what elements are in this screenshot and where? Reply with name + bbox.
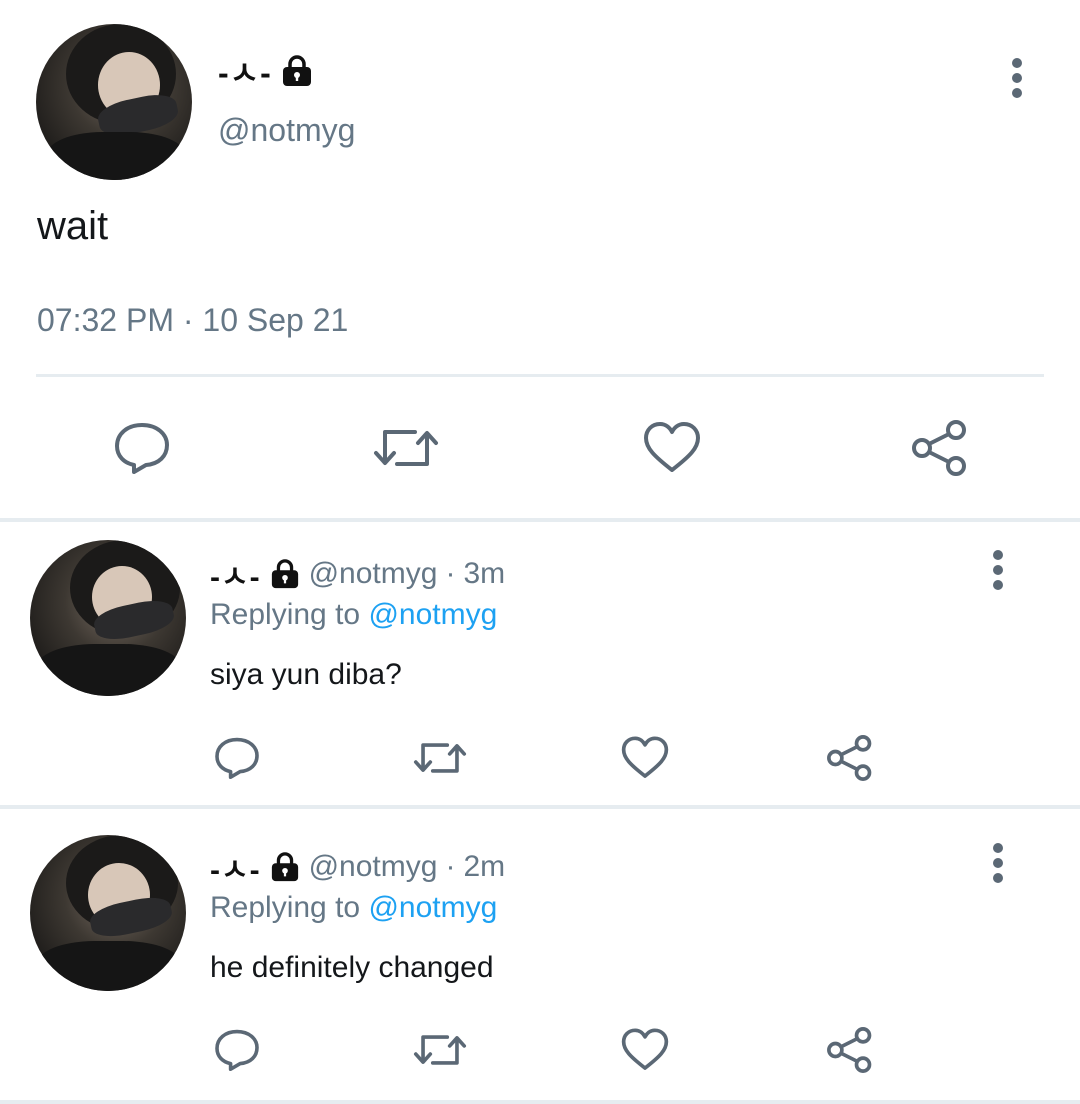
avatar[interactable]	[30, 540, 186, 696]
meta-separator: ·	[445, 850, 456, 883]
main-tweet: -ㅅ- @notmyg wait 07:32 PM · 10 Sep 21	[0, 0, 1080, 520]
reply-text: siya yun diba?	[210, 658, 402, 691]
replying-to-mention[interactable]: @notmyg	[368, 598, 497, 631]
lock-icon	[269, 852, 301, 882]
handle[interactable]: @notmyg	[309, 557, 438, 591]
handle[interactable]: @notmyg	[309, 850, 438, 884]
display-name[interactable]: -ㅅ-	[210, 845, 261, 889]
retweet-icon[interactable]	[411, 1029, 469, 1071]
reply-age: 3m	[463, 557, 506, 590]
divider	[36, 374, 1044, 377]
more-vertical-icon[interactable]	[988, 550, 1008, 594]
retweet-icon[interactable]	[411, 737, 469, 779]
more-vertical-icon[interactable]	[988, 843, 1008, 887]
more-vertical-icon[interactable]	[1007, 58, 1027, 102]
reply-age: 2m	[463, 850, 506, 883]
reply-icon[interactable]	[213, 735, 261, 781]
heart-icon[interactable]	[642, 420, 702, 476]
section-divider	[0, 1100, 1080, 1104]
tweet-time: 07:32 PM	[37, 302, 174, 338]
share-icon[interactable]	[908, 418, 972, 478]
heart-icon[interactable]	[620, 1027, 670, 1073]
tweet-date: 10 Sep 21	[202, 302, 349, 338]
reply-icon[interactable]	[112, 420, 172, 476]
reply-text: he definitely changed	[210, 951, 494, 984]
tweet-timestamp: 07:32 PM · 10 Sep 21	[37, 302, 348, 339]
retweet-icon[interactable]	[371, 422, 441, 474]
reply-tweet[interactable]: -ㅅ- @notmyg · 2m Replying to @notmyg he …	[0, 809, 1080, 1101]
replying-to: Replying to @notmyg	[210, 891, 497, 925]
reply-icon[interactable]	[213, 1027, 261, 1073]
display-name[interactable]: -ㅅ-	[218, 48, 314, 94]
reply-header: -ㅅ- @notmyg · 3m	[210, 552, 505, 596]
lock-icon	[269, 559, 301, 589]
avatar[interactable]	[36, 24, 192, 180]
avatar[interactable]	[30, 835, 186, 991]
lock-icon	[280, 55, 314, 87]
display-name-text: -ㅅ-	[218, 55, 272, 91]
display-name[interactable]: -ㅅ-	[210, 552, 261, 596]
heart-icon[interactable]	[620, 735, 670, 781]
meta-separator: ·	[445, 557, 456, 590]
replying-to-prefix: Replying to	[210, 891, 361, 924]
handle[interactable]: @notmyg	[218, 112, 355, 149]
share-icon[interactable]	[824, 1025, 876, 1075]
reply-header: -ㅅ- @notmyg · 2m	[210, 845, 505, 889]
tweet-text: wait	[37, 204, 109, 248]
timestamp-separator: ·	[182, 302, 194, 338]
reply-tweet[interactable]: -ㅅ- @notmyg · 3m Replying to @notmyg siy…	[0, 522, 1080, 806]
replying-to-prefix: Replying to	[210, 598, 361, 631]
replying-to-mention[interactable]: @notmyg	[368, 891, 497, 924]
share-icon[interactable]	[824, 733, 876, 783]
replying-to: Replying to @notmyg	[210, 598, 497, 632]
